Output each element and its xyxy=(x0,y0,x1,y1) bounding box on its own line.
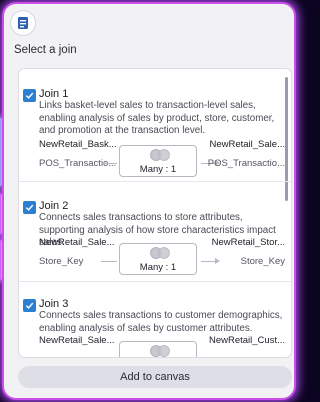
venn-join-icon xyxy=(150,247,170,259)
connector-line xyxy=(101,163,117,164)
scrollbar-thumb[interactable] xyxy=(285,77,288,201)
left-table-name: NewRetail_Sale... xyxy=(39,335,115,346)
join-description: Links basket-level sales to transaction-… xyxy=(39,100,275,136)
left-table-name: NewRetail_Bask... xyxy=(39,139,117,150)
join-1-checkbox[interactable] xyxy=(23,89,36,102)
cardinality-label: Many : 1 xyxy=(139,164,177,175)
left-join-key: Store_Key xyxy=(39,256,84,267)
divider xyxy=(19,281,291,282)
join-type-card[interactable]: Many : 1 xyxy=(119,145,197,177)
join-relationship: NewRetail_Bask... POS_Transactio... Many… xyxy=(39,139,285,179)
join-type-card[interactable] xyxy=(119,341,197,357)
divider xyxy=(19,181,291,182)
join-2-checkbox[interactable] xyxy=(23,201,36,214)
right-join-key: POS_Transactio... xyxy=(207,158,285,169)
left-table-name: NewRetail_Sale... xyxy=(39,237,115,248)
right-table-name: NewRetail_Stor... xyxy=(211,237,285,248)
checkmark-icon xyxy=(25,302,34,309)
right-join-key: Store_Key xyxy=(240,256,285,267)
join-list[interactable]: Join 1 Links basket-level sales to trans… xyxy=(18,68,292,358)
venn-join-icon xyxy=(150,345,170,357)
join-name: Join 1 xyxy=(39,88,69,100)
arrow-right-icon xyxy=(215,258,220,264)
connector-line xyxy=(101,261,117,262)
join-3-checkbox[interactable] xyxy=(23,299,36,312)
join-name: Join 2 xyxy=(39,200,69,212)
checkmark-icon xyxy=(25,204,34,211)
select-join-dialog: Select a join Join 1 Links basket-level … xyxy=(2,2,296,400)
dialog-title: Select a join xyxy=(14,44,77,56)
app-logo-icon xyxy=(10,10,36,36)
right-table-name: NewRetail_Sale... xyxy=(209,139,285,150)
join-name: Join 3 xyxy=(39,298,69,310)
venn-join-icon xyxy=(150,149,170,161)
join-relationship: NewRetail_Sale... Store_Key Many : 1 New… xyxy=(39,237,285,277)
checkmark-icon xyxy=(25,92,34,99)
join-description: Connects sales transactions to customer … xyxy=(39,310,283,334)
cardinality-label: Many : 1 xyxy=(139,262,177,273)
join-type-card[interactable]: Many : 1 xyxy=(119,243,197,275)
right-table-name: NewRetail_Cust... xyxy=(208,335,285,346)
join-relationship: NewRetail_Sale... NewRetail_Cust... xyxy=(39,335,285,357)
add-to-canvas-button[interactable]: Add to canvas xyxy=(18,366,292,388)
